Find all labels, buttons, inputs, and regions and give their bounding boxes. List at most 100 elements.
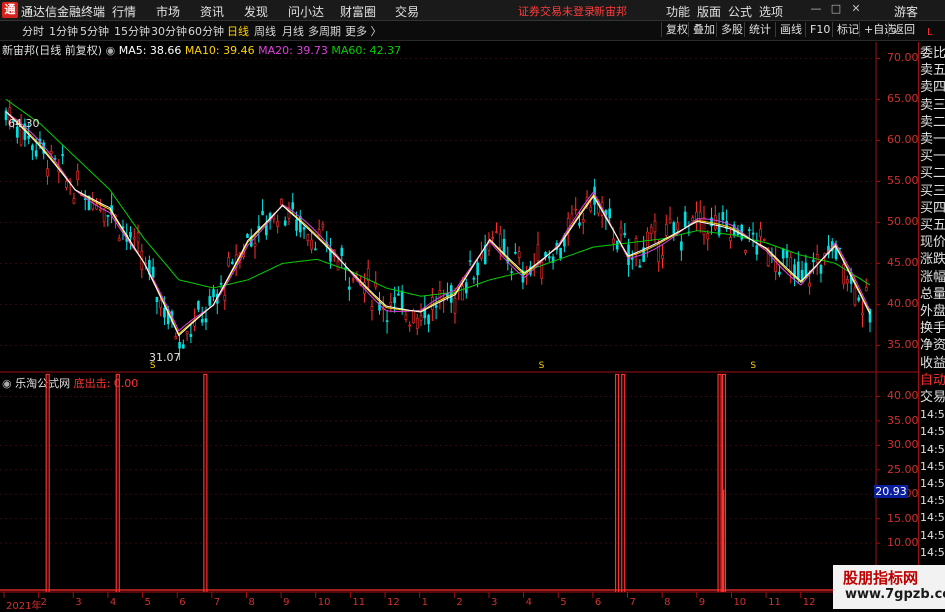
sidebar-item-1[interactable]: 卖五 [920,62,945,79]
candle-body-108 [412,310,415,324]
candle-body-18 [72,198,76,204]
candle-body-227 [861,312,864,316]
minimize-icon[interactable]: — [809,2,823,16]
tool-button-1[interactable]: 叠加 [688,22,715,37]
stock-chart[interactable]: SSS [0,42,918,609]
candle-body-125 [476,262,479,276]
sidebar-item-25[interactable]: 14:56 [920,475,945,492]
tool-button-6[interactable]: 标记 [832,22,859,37]
signal-bar-2 [203,373,208,592]
right-menu-1[interactable]: 版面 [697,3,721,20]
right-menu-3[interactable]: 选项 [759,3,783,20]
menu-3[interactable]: 发现 [244,3,268,20]
tool-button-5[interactable]: F10 [805,22,830,37]
guest-label[interactable]: 游客 [894,3,918,20]
sidebar-item-16[interactable]: 换手 [920,320,945,337]
sidebar-item-3[interactable]: 卖三 [920,97,945,114]
candle-body-102 [389,301,393,306]
candle-body-152 [578,222,581,226]
candle-body-180 [683,211,687,228]
sidebar-item-28[interactable]: 14:56 [920,527,945,544]
timeframe-tab-9[interactable]: 多周期 [308,23,341,39]
indicator-tick-label-4: 30.00 [887,438,919,452]
tool-button-8[interactable]: 返回 [888,22,915,37]
tool-button-3[interactable]: 统计 [744,22,771,37]
timeframe-tab-7[interactable]: 周线 [254,23,276,39]
low-price-label: 31.07 [149,351,181,364]
sidebar-item-12[interactable]: 涨跌 [920,251,945,268]
tool-button-2[interactable]: 多股 [716,22,743,37]
maximize-icon[interactable]: □ [829,2,843,16]
sidebar-item-6[interactable]: 买一 [920,148,945,165]
sidebar-item-24[interactable]: 14:56 [920,458,945,475]
timeframe-tab-2[interactable]: 5分钟 [80,23,109,39]
timeframe-tab-3[interactable]: 15分钟 [114,23,150,39]
tool-button-4[interactable]: 画线 [775,22,802,37]
menu-1[interactable]: 市场 [156,3,180,20]
candle-body-163 [619,227,623,236]
sidebar-item-11[interactable]: 现价 [920,234,945,251]
sidebar-item-4[interactable]: 卖二 [920,114,945,131]
date-label-17: 6 [594,597,602,608]
candle-body-223 [846,279,849,284]
sidebar-item-23[interactable]: 14:56 [920,441,945,458]
candle-body-74 [283,220,287,226]
right-menu-2[interactable]: 公式 [728,3,752,20]
sidebar-item-14[interactable]: 总量 [920,286,945,303]
menu-5[interactable]: 财富圈 [340,3,376,20]
sidebar-item-27[interactable]: 14:56 [920,509,945,526]
candle-body-192 [729,237,732,242]
close-icon[interactable]: ✕ [849,2,863,16]
sidebar-item-7[interactable]: 买二 [920,165,945,182]
timeframe-tab-0[interactable]: 分时 [22,23,44,39]
candle-body-206 [781,248,785,259]
candle-body-54 [208,296,212,306]
candle-body-78 [298,216,302,233]
sidebar-item-26[interactable]: 14:56 [920,492,945,509]
login-notice[interactable]: 证券交易未登录 [518,3,595,19]
timeframe-tab-6[interactable]: 日线 [227,23,249,39]
candle-body-76 [291,202,295,210]
signal-bar-0 [45,373,50,592]
menu-2[interactable]: 资讯 [200,3,224,20]
timeframe-tab-5[interactable]: 60分钟 [188,23,224,39]
sidebar-item-17[interactable]: 净资 [920,337,945,354]
sidebar-item-9[interactable]: 买四 [920,200,945,217]
timeframe-tab-1[interactable]: 1分钟 [49,23,78,39]
tool-button-0[interactable]: 复权 [661,22,688,37]
date-label-9: 10 [317,597,331,608]
timeframe-tab-8[interactable]: 月线 [282,23,304,39]
candle-body-26 [102,208,106,223]
high-price-label: 64.30 [8,117,40,130]
candle-body-80 [306,234,310,242]
sidebar-item-10[interactable]: 买五 [920,217,945,234]
sidebar-item-22[interactable]: 14:56 [920,423,945,440]
timeframe-tab-4[interactable]: 30分钟 [151,23,187,39]
sidebar-item-13[interactable]: 涨幅 [920,269,945,286]
candle-body-77 [295,219,298,231]
candle-body-104 [397,293,400,296]
candle-body-197 [747,229,751,231]
timeframe-tab-10[interactable]: 更多 〉 [345,23,382,39]
sidebar-item-29[interactable]: 14:56 [920,544,945,561]
sidebar-item-15[interactable]: 外盘 [920,303,945,320]
sidebar-item-2[interactable]: 卖四 [920,79,945,96]
sidebar-item-20[interactable]: 交易 [920,389,945,406]
candle-body-68 [261,210,264,216]
sidebar-item-21[interactable]: 14:56 [920,406,945,423]
candle-body-59 [227,257,230,267]
right-menu-0[interactable]: 功能 [666,3,690,20]
candle-body-196 [744,250,747,254]
sidebar-item-18[interactable]: 收益 [920,355,945,372]
candle-body-40 [155,296,159,302]
sidebar-item-8[interactable]: 买三 [920,183,945,200]
candle-body-141 [536,244,540,262]
sidebar-item-5[interactable]: 卖一 [920,131,945,148]
menu-4[interactable]: 问小达 [288,3,324,20]
title-bar: 通 通达信金融终端 行情 市场 资讯 发现 问小达 财富圈 交易 证券交易未登录 新宙邦 功… [0,0,945,21]
candle-body-88 [336,260,340,271]
menu-6[interactable]: 交易 [395,3,419,20]
sidebar-item-0[interactable]: 委比 [920,45,945,62]
sidebar-item-19[interactable]: 自动 [920,372,945,389]
menu-0[interactable]: 行情 [112,3,136,20]
